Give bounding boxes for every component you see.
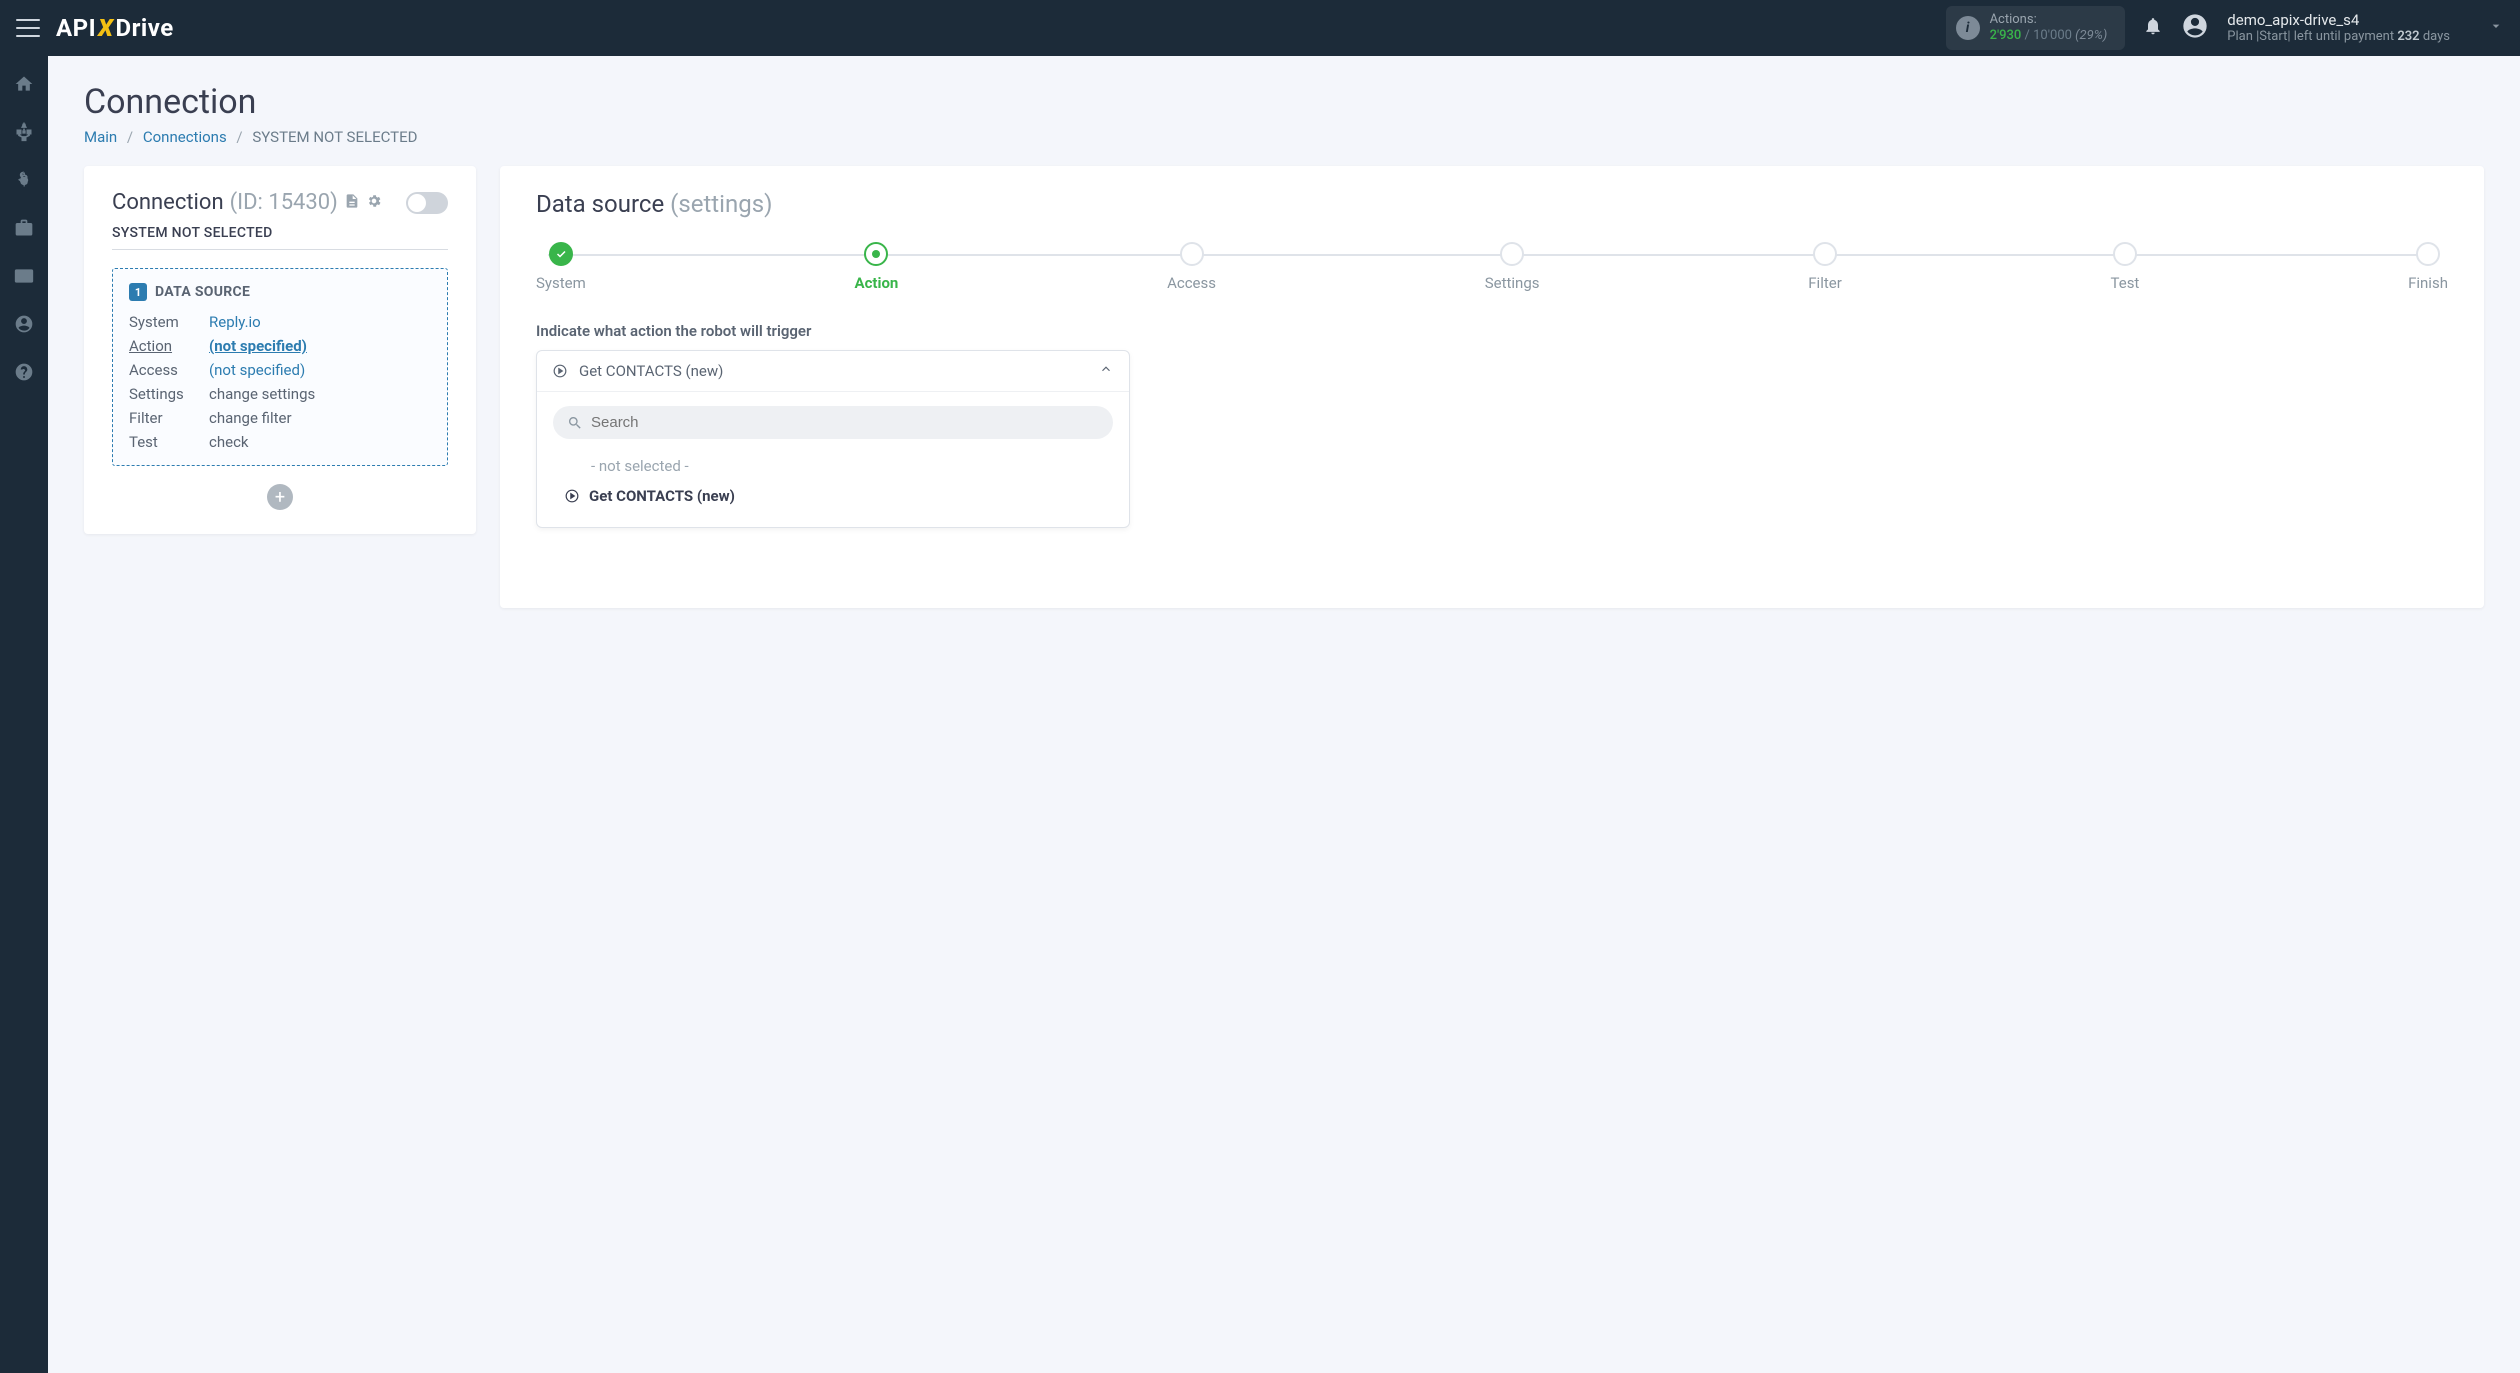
logo[interactable]: API X Drive [56, 14, 174, 42]
row-access-value[interactable]: (not specified) [209, 361, 431, 379]
sidebar-item-billing[interactable]: $ [12, 168, 36, 192]
actions-counter[interactable]: i Actions: 2'930 / 10'000 (29%) [1946, 6, 2126, 49]
actions-label: Actions: [1990, 12, 2108, 28]
sidebar: $ [0, 56, 48, 1373]
action-select-value: Get CONTACTS (new) [579, 362, 723, 380]
option-get-contacts[interactable]: Get CONTACTS (new) [553, 481, 1113, 511]
action-select-head[interactable]: Get CONTACTS (new) [537, 351, 1129, 391]
connection-toggle[interactable] [406, 192, 448, 214]
user-avatar-icon[interactable] [2181, 12, 2209, 44]
logo-left: API [56, 14, 96, 42]
row-settings-value[interactable]: change settings [209, 385, 431, 403]
document-icon[interactable] [344, 193, 360, 213]
step-settings[interactable]: Settings [1485, 242, 1540, 292]
step-finish[interactable]: Finish [2408, 242, 2448, 292]
sidebar-item-connections[interactable] [12, 120, 36, 144]
data-source-heading: Data source (settings) [536, 190, 2448, 218]
add-button[interactable]: + [267, 484, 293, 510]
sidebar-item-help[interactable] [12, 360, 36, 384]
play-icon [553, 364, 567, 378]
sidebar-item-video[interactable] [12, 264, 36, 288]
connection-id: (ID: 15430) [230, 190, 338, 215]
user-name: demo_apix-drive_s4 [2227, 11, 2450, 29]
actions-current: 2'930 [1990, 28, 2022, 43]
data-source-title: DATA SOURCE [155, 284, 250, 300]
action-search-box [553, 406, 1113, 439]
row-test-value[interactable]: check [209, 433, 431, 451]
svg-text:$: $ [20, 171, 29, 189]
step-action[interactable]: Action [855, 242, 899, 292]
sidebar-item-account[interactable] [12, 312, 36, 336]
gear-icon[interactable] [366, 193, 382, 213]
row-action-key: Action [129, 337, 209, 355]
actions-max: / 10'000 [2021, 28, 2072, 43]
breadcrumb-connections[interactable]: Connections [143, 128, 227, 146]
breadcrumb-main[interactable]: Main [84, 128, 117, 146]
user-plan: Plan |Start| left until payment 232 days [2227, 29, 2450, 45]
action-select: Get CONTACTS (new) - not selected - Get … [536, 350, 1130, 528]
row-settings-key: Settings [129, 385, 209, 403]
data-source-settings-card: Data source (settings) System Action Acc… [500, 166, 2484, 608]
sidebar-item-home[interactable] [12, 72, 36, 96]
row-filter-key: Filter [129, 409, 209, 427]
option-not-selected[interactable]: - not selected - [553, 451, 1113, 481]
sidebar-item-briefcase[interactable] [12, 216, 36, 240]
breadcrumb: Main / Connections / SYSTEM NOT SELECTED [84, 128, 2484, 146]
step-test[interactable]: Test [2111, 242, 2140, 292]
row-access-key: Access [129, 361, 209, 379]
system-not-selected-label: SYSTEM NOT SELECTED [112, 225, 448, 250]
chevron-down-icon[interactable] [2488, 18, 2504, 38]
row-filter-value[interactable]: change filter [209, 409, 431, 427]
page-title: Connection [84, 82, 2484, 122]
actions-percent: (29%) [2075, 28, 2107, 43]
action-search-input[interactable] [591, 414, 1099, 431]
connection-title: Connection [112, 190, 224, 215]
info-icon: i [1956, 16, 1980, 40]
instruction-text: Indicate what action the robot will trig… [536, 322, 2448, 340]
step-access[interactable]: Access [1167, 242, 1216, 292]
breadcrumb-current: SYSTEM NOT SELECTED [252, 128, 417, 146]
data-source-badge: 1 [129, 283, 147, 301]
notifications-icon[interactable] [2143, 16, 2163, 40]
row-action-value[interactable]: (not specified) [209, 337, 431, 355]
connection-summary-card: Connection (ID: 15430) SYSTEM NOT SELECT… [84, 166, 476, 534]
user-info[interactable]: demo_apix-drive_s4 Plan |Start| left unt… [2227, 11, 2450, 45]
logo-x: X [98, 14, 113, 42]
step-system[interactable]: System [536, 242, 586, 292]
step-filter[interactable]: Filter [1808, 242, 1842, 292]
menu-toggle[interactable] [16, 19, 40, 37]
play-icon [565, 489, 579, 503]
data-source-box: 1 DATA SOURCE System Reply.io Action (no… [112, 268, 448, 466]
logo-right: Drive [116, 14, 174, 42]
row-system-key: System [129, 313, 209, 331]
row-test-key: Test [129, 433, 209, 451]
chevron-up-icon [1099, 362, 1113, 380]
steps-indicator: System Action Access Settings [536, 242, 2448, 292]
row-system-value[interactable]: Reply.io [209, 313, 431, 331]
search-icon [567, 415, 583, 431]
